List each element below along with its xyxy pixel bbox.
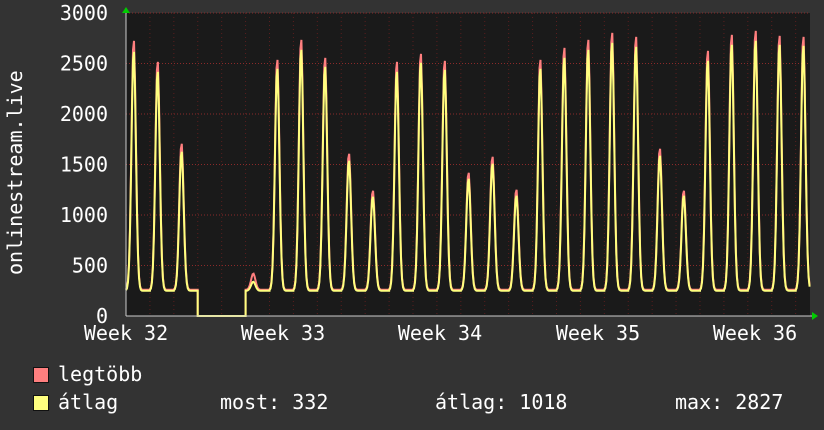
- y-tick-label: 1500: [60, 153, 108, 177]
- stat-current: most: 332: [220, 390, 329, 414]
- x-axis-arrow-icon: [812, 312, 818, 320]
- x-tick-labels: Week 32 Week 33 Week 34 Week 35 Week 36: [84, 321, 797, 345]
- legend-swatch-avg: [33, 395, 49, 411]
- y-tick-label: 3000: [60, 1, 108, 25]
- y-tick-label: 1000: [60, 203, 108, 227]
- legend-label-avg: átlag: [58, 390, 119, 414]
- x-tick-label: Week 34: [398, 321, 482, 345]
- y-tick-label: 2000: [60, 102, 108, 126]
- chart-area: 050010001500200025003000 Week 32 Week 33 W…: [60, 1, 818, 345]
- legend-swatch-max: [33, 367, 49, 383]
- x-tick-label: Week 33: [241, 321, 325, 345]
- stat-maximum: max: 2827: [675, 390, 784, 414]
- y-axis-arrow-icon: [122, 7, 130, 13]
- stat-average: átlag: 1018: [435, 390, 568, 414]
- x-tick-label: Week 35: [556, 321, 640, 345]
- y-tick-labels: 050010001500200025003000: [60, 1, 108, 328]
- legend-label-max: legtöbb: [58, 362, 143, 386]
- y-tick-label: 2500: [60, 52, 108, 76]
- y-tick-label: 500: [72, 254, 108, 278]
- y-axis-label: onlinestream.live: [3, 70, 27, 275]
- x-tick-label: Week 32: [84, 321, 168, 345]
- x-tick-label: Week 36: [713, 321, 797, 345]
